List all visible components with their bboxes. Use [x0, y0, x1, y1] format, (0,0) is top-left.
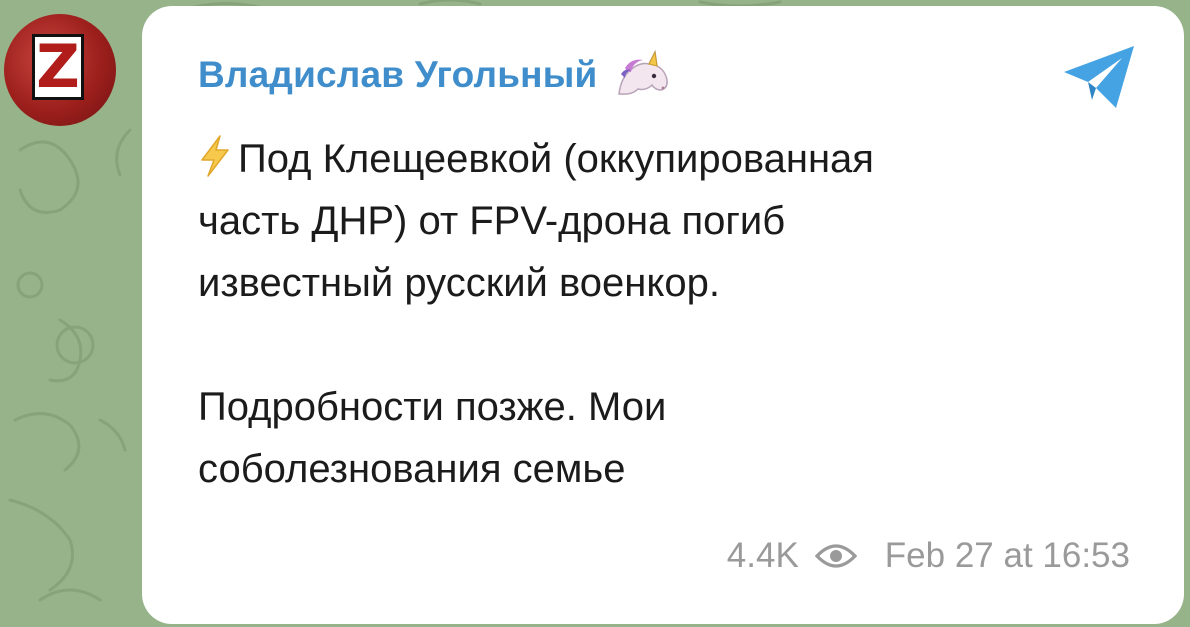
- message-line: Под Клещеевкой (оккупированная: [238, 137, 874, 181]
- unicorn-icon: [618, 50, 669, 95]
- message-line: часть ДНР) от FPV-дрона погиб: [198, 199, 786, 243]
- message-timestamp: Feb 27 at 16:53: [884, 536, 1130, 575]
- avatar-letter: Z: [36, 32, 80, 102]
- message-bubble: Владислав Угольный Под Клещеевкой (оккуп…: [142, 6, 1184, 624]
- channel-avatar[interactable]: Z: [4, 14, 116, 126]
- message-line: известный русский военкор.: [198, 261, 720, 305]
- eye-icon: [814, 544, 857, 568]
- telegram-share-icon[interactable]: [1060, 42, 1138, 112]
- view-count: 4.4K: [726, 536, 799, 575]
- message-line: Подробности позже. Мои: [198, 385, 667, 429]
- author-name[interactable]: Владислав Угольный: [198, 54, 597, 96]
- lightning-bolt-icon: [201, 135, 229, 177]
- author-row: Владислав Угольный: [198, 50, 673, 100]
- message-meta: 4.4K Feb 27 at 16:53: [727, 536, 1130, 576]
- message-text: Под Клещеевкой (оккупированная часть ДНР…: [198, 128, 1128, 500]
- avatar-z-badge: Z: [32, 34, 84, 100]
- message-line: соболезнования семье: [198, 447, 626, 491]
